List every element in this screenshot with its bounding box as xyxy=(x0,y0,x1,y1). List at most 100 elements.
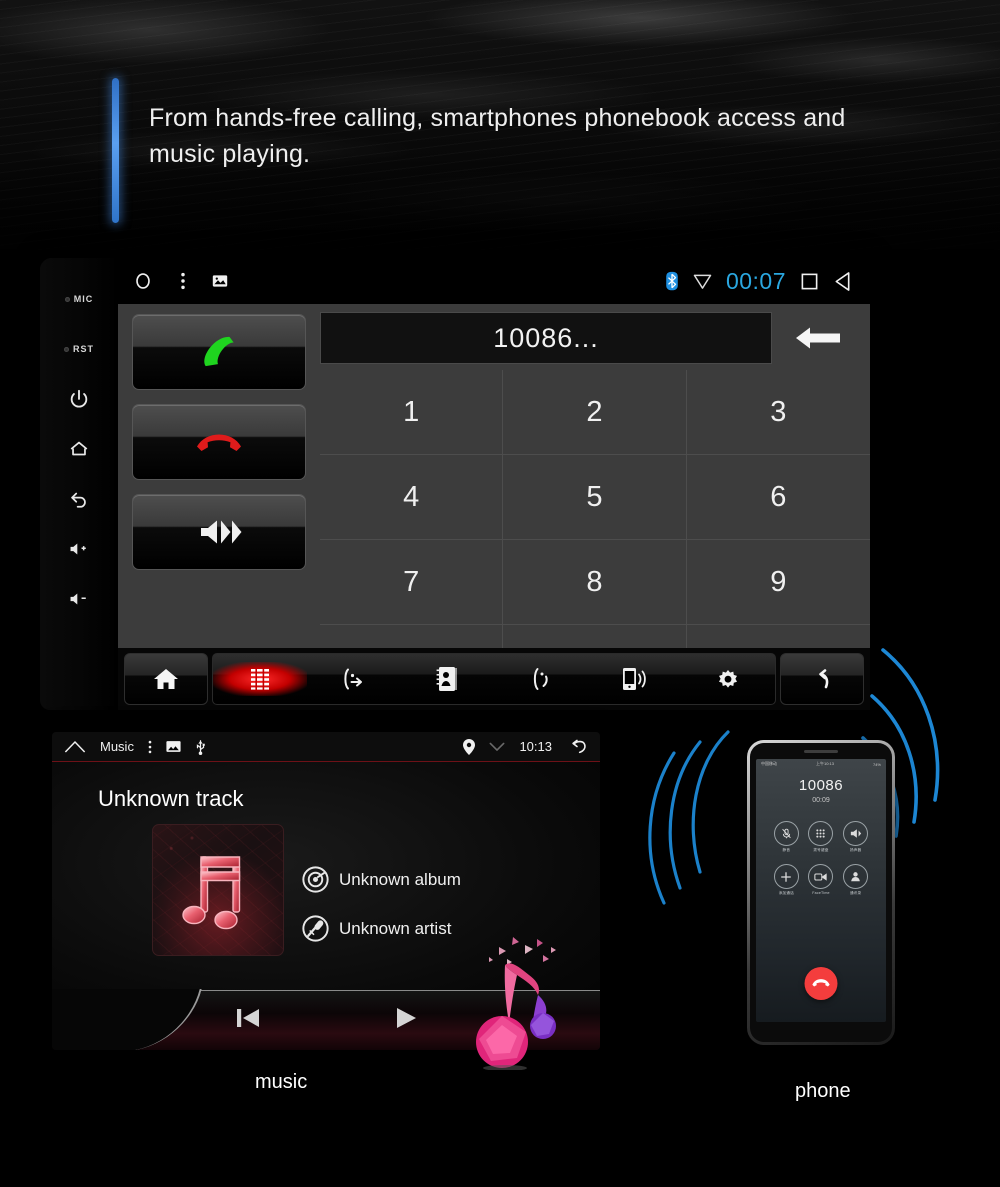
phone-status-bar: 中国移动 上午10:13 74% xyxy=(756,759,886,769)
bluetooth-icon xyxy=(665,270,679,292)
phone-hangup-icon xyxy=(197,434,241,451)
status-clock: 00:07 xyxy=(725,267,786,294)
page-title: From hands-free calling, smartphones pho… xyxy=(149,104,846,168)
key-7[interactable]: 7 xyxy=(320,540,504,625)
add-call-button[interactable]: 添加通话 xyxy=(769,864,804,896)
tab-home-button[interactable] xyxy=(124,653,208,705)
call-duration: 00:09 xyxy=(812,797,830,804)
video-icon xyxy=(808,864,834,889)
keypad-icon xyxy=(808,821,834,846)
album-row: Unknown album xyxy=(302,866,461,893)
bezel-volume-up-button[interactable] xyxy=(40,524,118,574)
mic-off-icon xyxy=(773,821,799,846)
previous-track-button[interactable] xyxy=(233,1004,263,1037)
chevron-down-icon[interactable] xyxy=(489,742,505,752)
music-overflow-menu-icon[interactable] xyxy=(148,740,152,754)
music-home-icon[interactable] xyxy=(64,740,86,754)
speaker-icon xyxy=(843,821,869,846)
key-1[interactable]: 1 xyxy=(320,370,504,455)
smartphone-device: 中国移动 上午10:13 74% 10086 00:09 静音 拨号键盘 扬声器… xyxy=(747,740,895,1045)
outgoing-call-icon xyxy=(533,668,548,690)
play-icon xyxy=(397,1008,416,1028)
keypad-icon xyxy=(250,668,269,690)
music-clock: 10:13 xyxy=(519,739,552,754)
answer-call-button[interactable] xyxy=(132,314,306,390)
power-icon xyxy=(70,389,88,408)
music-screenshot-icon[interactable] xyxy=(166,740,181,753)
backspace-button[interactable] xyxy=(772,312,864,364)
speaker-label: 扬声器 xyxy=(849,848,862,852)
phone-hangup-icon xyxy=(812,979,830,987)
status-home-circle-icon[interactable] xyxy=(132,270,154,292)
speaker-button[interactable]: 扬声器 xyxy=(838,821,873,853)
track-title: Unknown track xyxy=(98,786,244,811)
mic-label: MIC xyxy=(73,294,94,304)
bezel-home-button[interactable] xyxy=(40,424,118,474)
back-icon xyxy=(71,492,86,508)
head-unit-bezel: MIC RST xyxy=(40,258,118,710)
call-controls-grid: 静音 拨号键盘 扬声器 添加通话 FaceTime 通讯录 xyxy=(769,821,873,896)
battery-label: 74% xyxy=(872,761,881,767)
music-app-title: Music xyxy=(100,739,134,754)
tab-keypad[interactable] xyxy=(213,662,307,696)
person-icon xyxy=(843,864,869,889)
volume-up-icon xyxy=(70,543,86,555)
status-screenshot-icon[interactable] xyxy=(212,273,228,289)
dial-display-row: 10086... xyxy=(320,312,864,364)
key-4[interactable]: 4 xyxy=(320,455,504,540)
earpiece-speaker xyxy=(804,750,838,753)
artist-row: Unknown artist xyxy=(302,915,451,942)
microphone-icon xyxy=(302,915,329,942)
home-icon xyxy=(70,441,88,456)
key-2[interactable]: 2 xyxy=(503,370,687,455)
status-overflow-menu-icon[interactable] xyxy=(180,270,186,292)
status-recents-square-icon[interactable] xyxy=(800,272,819,291)
album-label: Unknown album xyxy=(339,869,461,889)
phone-time-label: 上午10:13 xyxy=(815,761,834,766)
plus-icon xyxy=(773,864,799,889)
note-sparkles xyxy=(489,937,556,965)
tab-call-log[interactable] xyxy=(316,666,390,692)
caption-music: music xyxy=(255,1071,308,1093)
speaker-icon xyxy=(201,520,242,544)
key-5[interactable]: 5 xyxy=(503,455,687,540)
keypad-label: 拨号键盘 xyxy=(813,848,829,852)
contacts-button[interactable]: 通讯录 xyxy=(838,864,873,896)
facetime-label: FaceTime xyxy=(812,891,830,895)
tab-recent-calls[interactable] xyxy=(504,666,578,692)
status-back-triangle-icon[interactable] xyxy=(833,271,852,292)
call-log-icon xyxy=(344,668,363,690)
signal-triangle-icon xyxy=(693,273,712,290)
music-status-bar: Music 10:13 xyxy=(52,732,600,762)
phone-handset-icon xyxy=(204,336,234,367)
disc-icon xyxy=(302,866,329,893)
mic-hole-icon xyxy=(64,296,70,302)
mute-button[interactable]: 静音 xyxy=(769,821,804,853)
mute-transfer-button[interactable] xyxy=(132,494,306,570)
smartphone-screen: 中国移动 上午10:13 74% 10086 00:09 静音 拨号键盘 扬声器… xyxy=(756,759,886,1022)
contacts-label: 通讯录 xyxy=(849,891,862,895)
bezel-volume-down-button[interactable] xyxy=(40,574,118,624)
album-art xyxy=(152,824,284,956)
facetime-button[interactable]: FaceTime xyxy=(804,864,839,896)
phonebook-icon xyxy=(436,667,457,691)
end-call-button[interactable] xyxy=(132,404,306,480)
tab-phonebook[interactable] xyxy=(410,665,484,693)
bezel-power-button[interactable] xyxy=(40,374,118,424)
keypad-button[interactable]: 拨号键盘 xyxy=(804,821,839,853)
key-3[interactable]: 3 xyxy=(686,370,870,455)
add-call-label: 添加通话 xyxy=(778,891,794,895)
key-6[interactable]: 6 xyxy=(686,455,870,540)
end-call-button[interactable] xyxy=(804,967,838,1000)
android-status-bar: 00:07 xyxy=(118,258,870,304)
music-back-arrow-icon[interactable] xyxy=(566,739,588,755)
reset-label: RST xyxy=(73,344,94,354)
music-notes-art-icon xyxy=(182,856,241,930)
dial-number-display[interactable]: 10086... xyxy=(320,312,772,364)
previous-icon xyxy=(237,1009,259,1027)
play-button[interactable] xyxy=(393,1004,419,1037)
backspace-arrow-icon xyxy=(796,327,840,349)
reset-hole-icon xyxy=(64,346,69,352)
caption-phone: phone xyxy=(795,1080,851,1102)
bezel-back-button[interactable] xyxy=(40,474,118,524)
